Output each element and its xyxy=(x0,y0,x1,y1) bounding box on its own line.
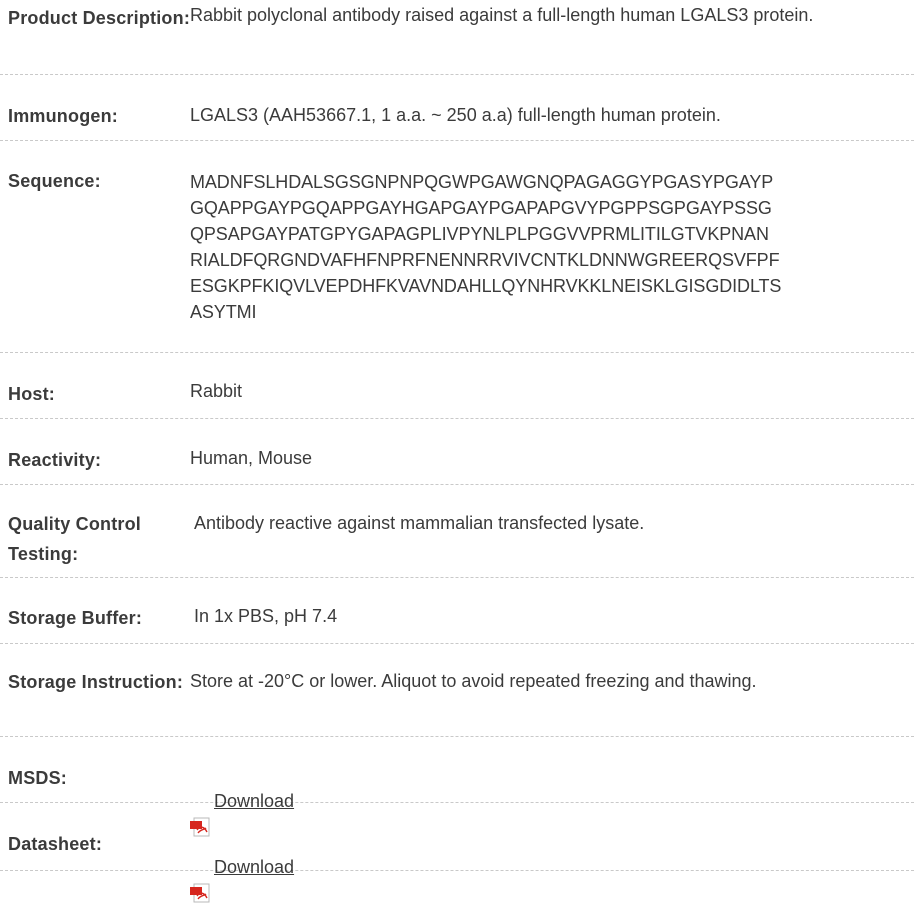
label-storage-buffer: Storage Buffer: xyxy=(8,608,143,628)
row-storage-instruction: Storage Instruction: Store at -20°C or l… xyxy=(0,644,914,737)
pdf-icon xyxy=(190,858,212,902)
datasheet-download-label[interactable]: Download xyxy=(214,855,294,880)
value-host: Rabbit xyxy=(190,381,243,401)
value-sequence: MADNFSLHDALSGSGNPNPQGWPGAWGNQPAGAGGYPGAS… xyxy=(190,172,782,322)
label-msds: MSDS: xyxy=(8,768,67,788)
value-reactivity: Human, Mouse xyxy=(190,448,313,468)
row-quality-control-testing: Quality Control Testing: Antibody reacti… xyxy=(0,485,914,578)
row-host: Host: Rabbit xyxy=(0,353,914,419)
value-storage-instruction: Store at -20°C or lower. Aliquot to avoi… xyxy=(190,671,757,691)
label-sequence: Sequence: xyxy=(8,171,101,191)
label-host: Host: xyxy=(8,384,55,404)
value-quality-control-testing: Antibody reactive against mammalian tran… xyxy=(194,513,645,533)
row-reactivity: Reactivity: Human, Mouse xyxy=(0,419,914,485)
row-product-description: Product Description: Rabbit polyclonal a… xyxy=(0,0,914,75)
product-spec-table: Product Description: Rabbit polyclonal a… xyxy=(0,0,914,902)
row-msds: MSDS: Download xyxy=(0,737,914,836)
row-datasheet: Datasheet: Download xyxy=(0,803,914,902)
datasheet-download-link[interactable]: Download xyxy=(190,855,294,902)
label-quality-control-testing: Quality Control Testing: xyxy=(8,514,141,564)
label-product-description: Product Description: xyxy=(8,8,191,28)
row-sequence: Sequence: MADNFSLHDALSGSGNPNPQGWPGAWGNQP… xyxy=(0,141,914,353)
row-immunogen: Immunogen: LGALS3 (AAH53667.1, 1 a.a. ~ … xyxy=(0,75,914,141)
label-storage-instruction: Storage Instruction: xyxy=(8,672,184,692)
value-storage-buffer: In 1x PBS, pH 7.4 xyxy=(194,606,338,626)
label-immunogen: Immunogen: xyxy=(8,106,118,126)
label-datasheet: Datasheet: xyxy=(8,834,103,854)
row-storage-buffer: Storage Buffer: In 1x PBS, pH 7.4 xyxy=(0,578,914,644)
label-reactivity: Reactivity: xyxy=(8,450,102,470)
value-immunogen: LGALS3 (AAH53667.1, 1 a.a. ~ 250 a.a) fu… xyxy=(190,105,721,125)
value-product-description: Rabbit polyclonal antibody raised agains… xyxy=(190,5,814,25)
